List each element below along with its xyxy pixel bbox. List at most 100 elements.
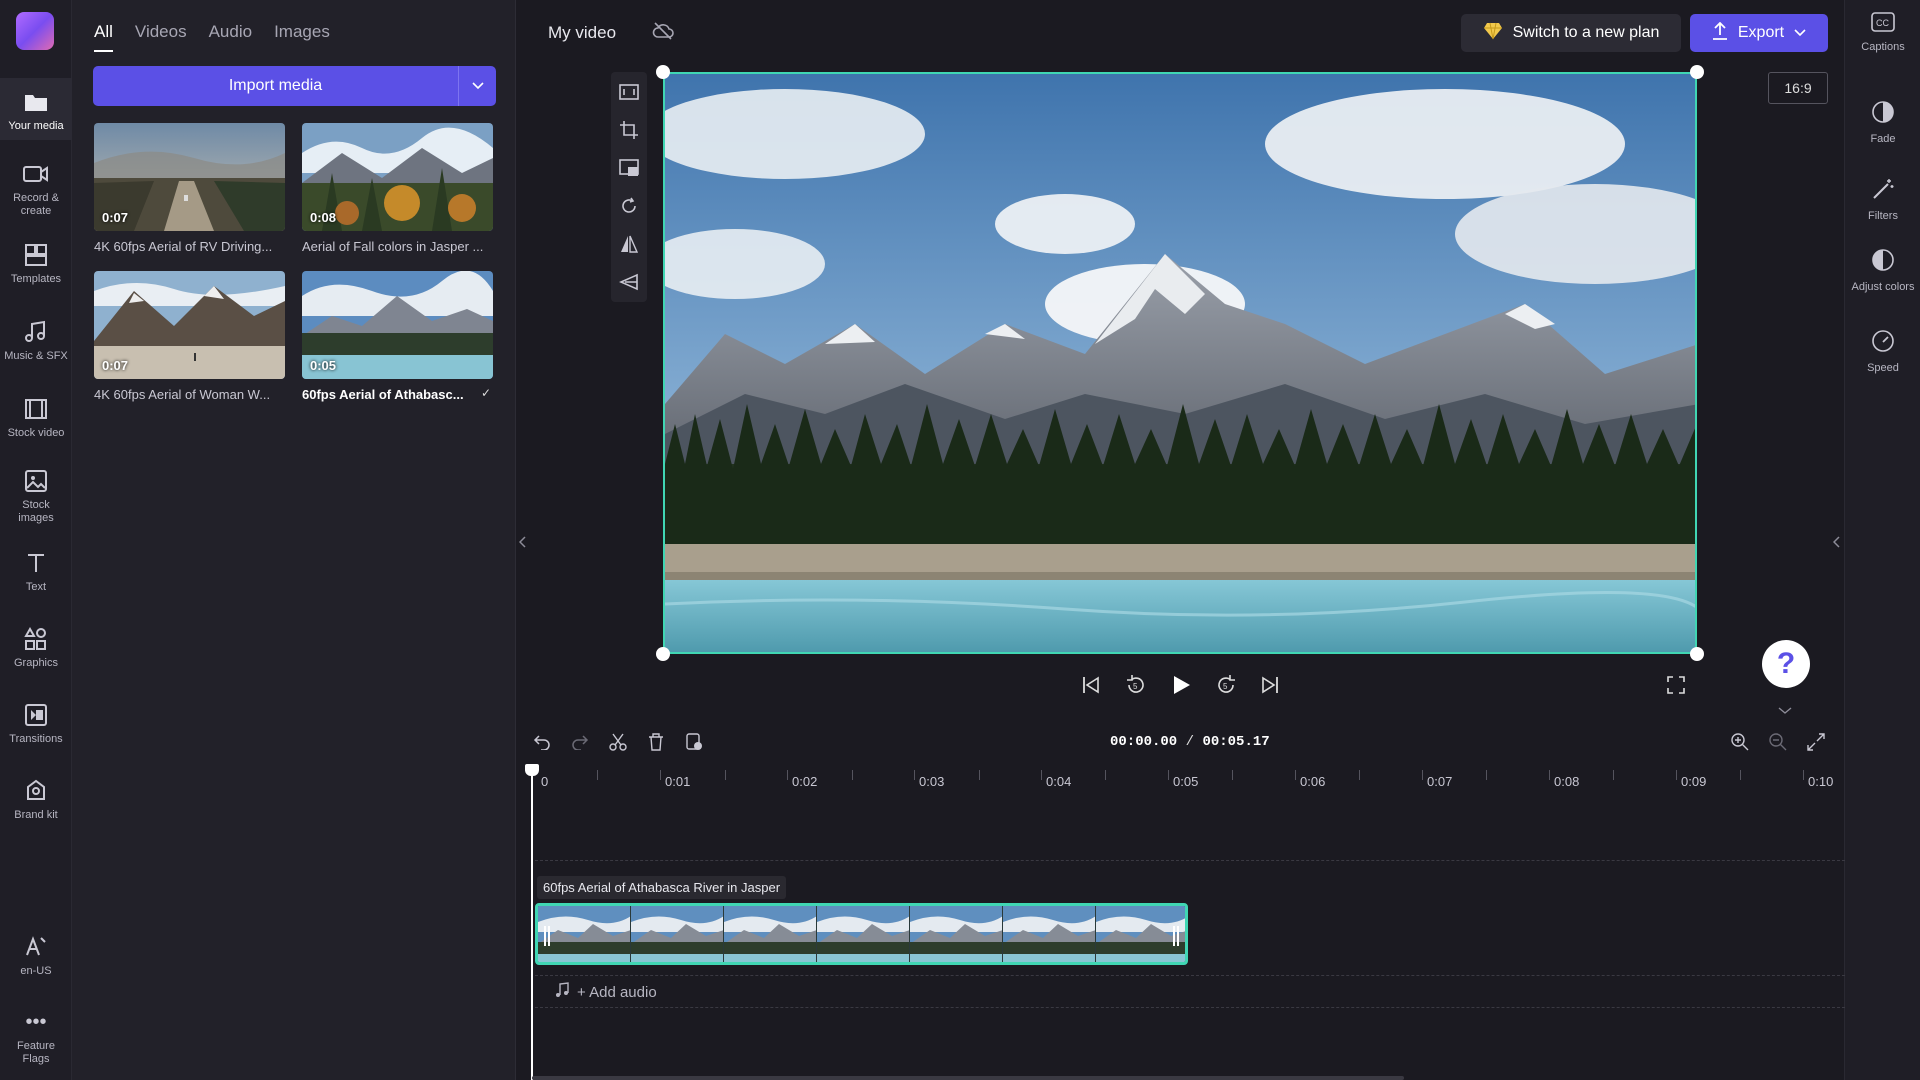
clip-trim-handle-left[interactable] [544,926,550,946]
import-media-group: Import media [93,66,496,106]
media-item[interactable]: 0:07 4K 60fps Aerial of Woman W... [94,271,285,402]
forward-5-icon[interactable]: 5 [1212,671,1240,699]
media-title: 60fps Aerial of Athabasc... [302,387,464,402]
transitions-icon [22,701,50,729]
sidebar-item-language[interactable]: en-US [0,933,72,978]
tick-label: 0:05 [1173,774,1199,789]
sidebar-item-speed[interactable]: Speed [1845,329,1920,375]
import-options-button[interactable] [458,66,496,106]
tick-label: 0:10 [1808,774,1834,789]
sidebar-item-captions[interactable]: CC Captions [1845,12,1920,54]
add-audio-button[interactable]: + Add audio [555,982,657,1002]
flip-icon[interactable] [617,232,641,256]
sidebar-item-your-media[interactable]: Your media [0,78,72,140]
resize-handle-bottom-right[interactable] [1690,647,1704,661]
media-tabs: All Videos Audio Images [94,22,330,52]
fit-icon[interactable] [617,80,641,104]
video-preview[interactable] [663,72,1697,654]
delete-icon[interactable] [644,730,668,754]
media-title: Aerial of Fall colors in Jasper ... [302,239,484,254]
sidebar-item-templates[interactable]: Templates [0,241,72,286]
sidebar-item-adjust-colors[interactable]: Adjust colors [1845,248,1920,294]
skip-to-end-icon[interactable] [1256,671,1284,699]
text-icon [22,549,50,577]
skip-to-start-icon[interactable] [1077,671,1105,699]
import-media-button[interactable]: Import media [93,66,458,106]
tick-label: 0:03 [919,774,945,789]
fullscreen-icon[interactable] [1662,671,1690,699]
save-frame-icon[interactable] [682,730,706,754]
sidebar-item-label: Brand kit [14,809,58,821]
sidebar-item-text[interactable]: Text [0,549,72,594]
sidebar-item-stock-video[interactable]: Stock video [0,395,72,440]
tick [1803,770,1804,780]
sidebar-item-graphics[interactable]: Graphics [0,625,72,670]
chevron-down-icon[interactable] [1778,702,1792,720]
music-icon [22,318,50,346]
speedometer-icon [1871,329,1895,358]
tick-label: 0:08 [1554,774,1580,789]
timeline-scrollbar[interactable] [532,1076,1404,1080]
tab-all[interactable]: All [94,22,113,52]
magic-wand-icon [1871,177,1895,206]
app-logo[interactable] [16,12,54,50]
rotate-icon[interactable] [617,194,641,218]
zoom-in-icon[interactable] [1728,730,1752,754]
sidebar-item-filters[interactable]: Filters [1845,177,1920,223]
sidebar-item-record-create[interactable]: Record & create [0,160,72,218]
undo-icon[interactable] [530,730,554,754]
sidebar-item-stock-images[interactable]: Stock images [0,467,72,525]
media-item[interactable]: 0:08 Aerial of Fall colors in Jasper ... [302,123,493,254]
sidebar-item-label: Music & SFX [4,350,68,362]
cloud-off-icon[interactable] [652,20,674,47]
added-check-icon: ✓ [480,386,491,400]
resize-handle-bottom-left[interactable] [656,647,670,661]
playhead[interactable] [525,764,539,1080]
redo-icon[interactable] [568,730,592,754]
speaker-icon[interactable] [617,270,641,294]
tab-images[interactable]: Images [274,22,330,52]
tick [1422,770,1423,780]
sidebar-item-transitions[interactable]: Transitions [0,701,72,746]
sidebar-item-label: Filters [1868,210,1898,222]
tick-label: 0:02 [792,774,818,789]
tab-audio[interactable]: Audio [209,22,252,52]
sidebar-item-label: Templates [10,273,62,285]
app-window: Your media Record & create Templates Mus… [0,0,1920,1080]
clip-trim-handle-right[interactable] [1173,926,1179,946]
tick-label: 0:04 [1046,774,1072,789]
sidebar-item-brand-kit[interactable]: Brand kit [0,777,72,822]
sidebar-item-music-sfx[interactable]: Music & SFX [0,318,72,363]
media-item[interactable]: 0:05 60fps Aerial of Athabasc... ✓ [302,271,493,402]
sidebar-item-fade[interactable]: Fade [1845,100,1920,146]
picture-in-picture-icon[interactable] [617,156,641,180]
collapse-properties-panel-button[interactable] [1830,522,1844,562]
duration-badge: 0:08 [310,210,337,225]
fit-timeline-icon[interactable] [1804,730,1828,754]
tick [1168,770,1169,780]
tick [1676,770,1677,780]
tab-videos[interactable]: Videos [135,22,187,52]
resize-handle-top-left[interactable] [656,65,670,79]
rewind-5-icon[interactable]: 5 [1122,671,1150,699]
help-button[interactable]: ? [1762,640,1810,688]
resize-handle-top-right[interactable] [1690,65,1704,79]
zoom-out-icon[interactable] [1766,730,1790,754]
split-scissors-icon[interactable] [606,730,630,754]
collapse-media-panel-button[interactable] [516,522,530,562]
tick [1295,770,1296,780]
left-sidebar: Your media Record & create Templates Mus… [0,0,72,1080]
crop-icon[interactable] [617,118,641,142]
play-icon[interactable] [1167,671,1195,699]
project-title[interactable]: My video [548,23,616,43]
timeline-ruler[interactable]: 0 0:01 0:02 0:03 0:04 0:05 0:06 0:07 0:0… [532,764,1842,792]
tick [1041,770,1042,780]
sidebar-item-feature-flags[interactable]: ••• Feature Flags [0,1008,72,1066]
video-clip[interactable] [535,903,1188,965]
aspect-ratio-button[interactable]: 16:9 [1768,72,1828,104]
tick [597,770,598,780]
switch-plan-button[interactable]: Switch to a new plan [1461,14,1681,52]
tick [660,770,661,780]
media-item[interactable]: 0:07 4K 60fps Aerial of RV Driving... [94,123,285,254]
export-button[interactable]: Export [1690,14,1828,52]
